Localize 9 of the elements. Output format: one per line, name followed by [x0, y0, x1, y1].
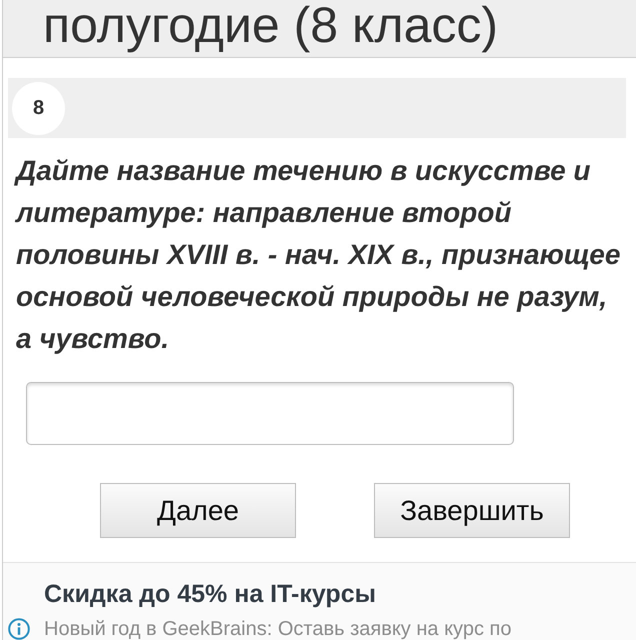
page-title: полугодие (8 класс) [42, 0, 500, 50]
answer-field[interactable] [26, 382, 514, 445]
ad-title[interactable]: Скидка до 45% на IT-курсы [44, 579, 376, 609]
question-text: Дайте название течению в искусстве и литературе: направление второй половины XVIII в. - нач. XIX в., признающее основой человеческой природы не разум, а чувство. [13, 154, 622, 356]
ad-description: Новый год в GeekBrains: Оставь заявку на курс по [44, 618, 512, 640]
nav-button[interactable]: Завершить [374, 483, 570, 538]
nav-button[interactable]: Далее [100, 483, 296, 538]
question-number: 8 [12, 82, 65, 134]
info-icon[interactable] [8, 618, 30, 640]
